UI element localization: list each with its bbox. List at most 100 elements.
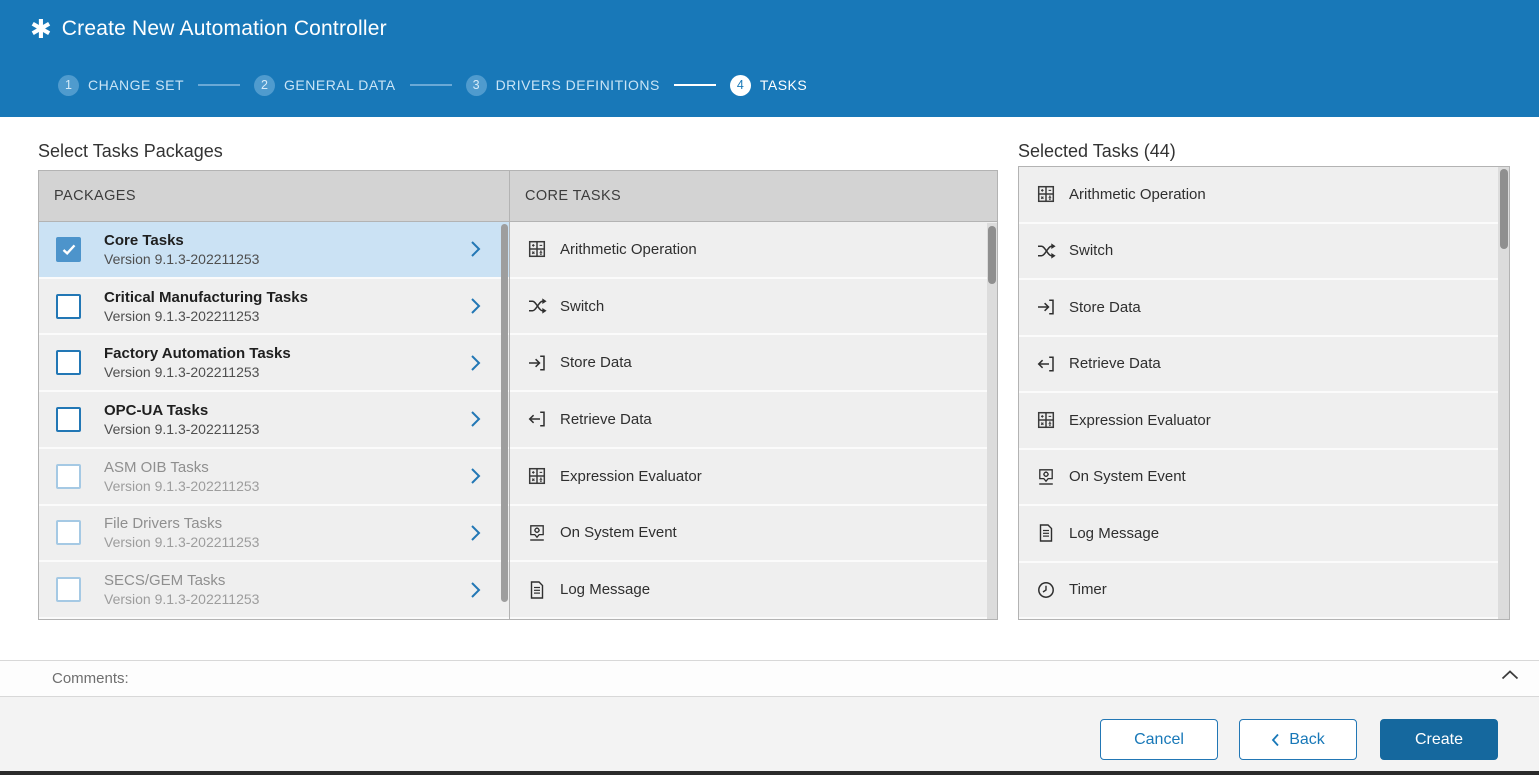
package-row[interactable]: Critical Manufacturing TasksVersion 9.1.… bbox=[39, 279, 509, 336]
back-button[interactable]: Back bbox=[1239, 719, 1357, 760]
wizard-step-3[interactable]: 3DRIVERS DEFINITIONS bbox=[466, 75, 660, 96]
task-row[interactable]: Switch bbox=[1019, 224, 1509, 281]
chevron-right-icon[interactable] bbox=[470, 297, 481, 315]
package-name: Core Tasks bbox=[104, 231, 259, 250]
package-checkbox[interactable] bbox=[56, 520, 81, 545]
package-text: SECS/GEM TasksVersion 9.1.3-202211253 bbox=[104, 571, 259, 608]
comments-bar: Comments: bbox=[0, 660, 1539, 697]
core-tasks-scrollbar[interactable] bbox=[987, 223, 997, 619]
package-version: Version 9.1.3-202211253 bbox=[104, 477, 259, 495]
task-row[interactable]: Retrieve Data bbox=[510, 392, 997, 449]
package-text: Core TasksVersion 9.1.3-202211253 bbox=[104, 231, 259, 268]
task-label: Store Data bbox=[1069, 299, 1141, 316]
wizard-header: ✱ Create New Automation Controller 1CHAN… bbox=[0, 0, 1539, 117]
task-row[interactable]: Expression Evaluator bbox=[1019, 393, 1509, 450]
step-number: 3 bbox=[466, 75, 487, 96]
window-bottom-edge bbox=[0, 771, 1539, 775]
selected-tasks-heading: Selected Tasks (44) bbox=[1018, 141, 1176, 162]
chevron-right-icon[interactable] bbox=[470, 581, 481, 599]
asterisk-icon: ✱ bbox=[30, 16, 52, 42]
create-button-label: Create bbox=[1415, 731, 1463, 749]
packages-scrollbar[interactable] bbox=[501, 224, 508, 602]
package-checkbox[interactable] bbox=[56, 407, 81, 432]
package-text: Factory Automation TasksVersion 9.1.3-20… bbox=[104, 344, 291, 381]
task-label: Expression Evaluator bbox=[1069, 412, 1211, 429]
package-checkbox[interactable] bbox=[56, 237, 81, 262]
task-label: Store Data bbox=[560, 354, 632, 371]
task-row[interactable]: Expression Evaluator bbox=[510, 449, 997, 506]
package-row[interactable]: ASM OIB TasksVersion 9.1.3-202211253 bbox=[39, 449, 509, 506]
log-message-icon bbox=[527, 581, 547, 599]
package-row[interactable]: SECS/GEM TasksVersion 9.1.3-202211253 bbox=[39, 562, 509, 619]
task-row[interactable]: On System Event bbox=[510, 506, 997, 563]
chevron-up-icon bbox=[1501, 670, 1519, 680]
task-row[interactable]: Timer bbox=[1019, 563, 1509, 620]
step-label: GENERAL DATA bbox=[284, 77, 396, 93]
task-label: Log Message bbox=[1069, 525, 1159, 542]
calculator-icon bbox=[1036, 185, 1056, 203]
package-version: Version 9.1.3-202211253 bbox=[104, 363, 291, 381]
wizard-step-2[interactable]: 2GENERAL DATA bbox=[254, 75, 396, 96]
selected-tasks-scrollbar[interactable] bbox=[1498, 167, 1509, 619]
system-event-icon bbox=[1036, 468, 1056, 486]
stepper-connector bbox=[410, 84, 452, 86]
create-button[interactable]: Create bbox=[1380, 719, 1498, 760]
package-version: Version 9.1.3-202211253 bbox=[104, 533, 259, 551]
log-message-icon bbox=[1036, 524, 1056, 542]
calculator-icon bbox=[527, 467, 547, 485]
package-row[interactable]: OPC-UA TasksVersion 9.1.3-202211253 bbox=[39, 392, 509, 449]
task-row[interactable]: On System Event bbox=[1019, 450, 1509, 507]
cancel-button[interactable]: Cancel bbox=[1100, 719, 1218, 760]
task-label: Expression Evaluator bbox=[560, 468, 702, 485]
cancel-button-label: Cancel bbox=[1134, 731, 1184, 749]
package-row[interactable]: Core TasksVersion 9.1.3-202211253 bbox=[39, 222, 509, 279]
package-checkbox[interactable] bbox=[56, 464, 81, 489]
package-checkbox[interactable] bbox=[56, 577, 81, 602]
comments-label: Comments: bbox=[0, 670, 129, 687]
core-tasks-column-header: CORE TASKS bbox=[510, 171, 997, 222]
store-data-icon bbox=[527, 355, 547, 371]
wizard-step-1[interactable]: 1CHANGE SET bbox=[58, 75, 184, 96]
stepper-connector bbox=[674, 84, 716, 86]
packages-column: PACKAGES Core TasksVersion 9.1.3-2022112… bbox=[39, 171, 510, 619]
task-row[interactable]: Store Data bbox=[510, 335, 997, 392]
task-label: Timer bbox=[1069, 581, 1107, 598]
retrieve-data-icon bbox=[1036, 356, 1056, 372]
package-checkbox[interactable] bbox=[56, 350, 81, 375]
wizard-step-4[interactable]: 4TASKS bbox=[730, 75, 807, 96]
task-row[interactable]: Log Message bbox=[1019, 506, 1509, 563]
task-row[interactable]: Switch bbox=[510, 279, 997, 336]
chevron-right-icon[interactable] bbox=[470, 354, 481, 372]
task-row[interactable]: Retrieve Data bbox=[1019, 337, 1509, 394]
shuffle-icon bbox=[1036, 243, 1056, 259]
task-row[interactable]: Arithmetic Operation bbox=[1019, 167, 1509, 224]
package-row[interactable]: Factory Automation TasksVersion 9.1.3-20… bbox=[39, 335, 509, 392]
selected-tasks-scrollbar-thumb[interactable] bbox=[1500, 169, 1508, 249]
step-label: TASKS bbox=[760, 77, 807, 93]
shuffle-icon bbox=[527, 298, 547, 314]
package-name: Factory Automation Tasks bbox=[104, 344, 291, 363]
chevron-right-icon[interactable] bbox=[470, 410, 481, 428]
core-tasks-scrollbar-thumb[interactable] bbox=[988, 226, 996, 284]
system-event-icon bbox=[527, 524, 547, 542]
step-number: 1 bbox=[58, 75, 79, 96]
task-row[interactable]: Log Message bbox=[510, 562, 997, 619]
select-packages-heading: Select Tasks Packages bbox=[38, 141, 223, 162]
task-row[interactable]: Store Data bbox=[1019, 280, 1509, 337]
comments-collapse-button[interactable] bbox=[1501, 670, 1519, 680]
create-automation-controller-window: ✱ Create New Automation Controller 1CHAN… bbox=[0, 0, 1539, 775]
package-version: Version 9.1.3-202211253 bbox=[104, 307, 308, 325]
task-row[interactable]: Arithmetic Operation bbox=[510, 222, 997, 279]
task-label: On System Event bbox=[560, 524, 677, 541]
package-version: Version 9.1.3-202211253 bbox=[104, 250, 259, 268]
task-label: Arithmetic Operation bbox=[1069, 186, 1206, 203]
wizard-title: Create New Automation Controller bbox=[62, 17, 387, 41]
package-name: File Drivers Tasks bbox=[104, 514, 259, 533]
package-name: OPC-UA Tasks bbox=[104, 401, 259, 420]
back-button-label: Back bbox=[1289, 731, 1325, 749]
package-checkbox[interactable] bbox=[56, 294, 81, 319]
chevron-right-icon[interactable] bbox=[470, 240, 481, 258]
chevron-right-icon[interactable] bbox=[470, 467, 481, 485]
chevron-right-icon[interactable] bbox=[470, 524, 481, 542]
package-row[interactable]: File Drivers TasksVersion 9.1.3-20221125… bbox=[39, 506, 509, 563]
